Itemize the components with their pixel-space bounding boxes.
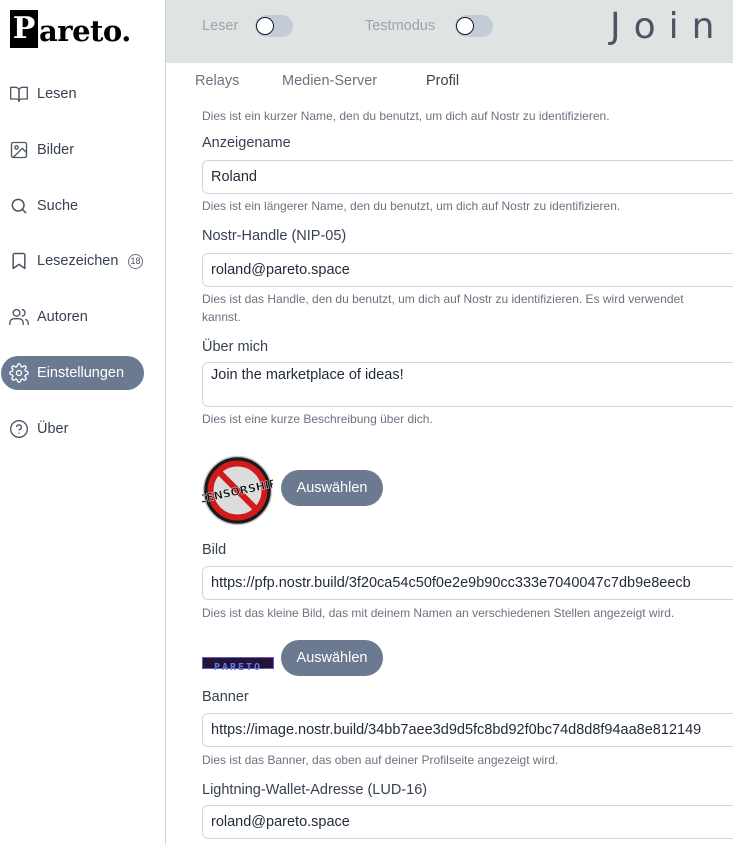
sidebar-item-suche[interactable]: Suche xyxy=(1,189,144,223)
about-help-text: Dies ist eine kurze Beschreibung über di… xyxy=(202,412,433,426)
sidebar-item-label: Bilder xyxy=(37,141,75,158)
lud16-input[interactable]: roland@pareto.space xyxy=(202,805,733,839)
select-picture-button[interactable]: Auswählen xyxy=(281,470,383,506)
sidebar-nav: Lesen Bilder Suche Lesezeichen 18 Autore… xyxy=(0,77,165,468)
app-window: P areto. Lesen Bilder Suche Lesezeichen … xyxy=(0,0,733,845)
sidebar-item-ueber[interactable]: Über xyxy=(1,412,144,446)
logo-text: areto. xyxy=(39,14,131,48)
sidebar-item-lesezeichen[interactable]: Lesezeichen 18 xyxy=(1,244,144,278)
sidebar-item-label: Suche xyxy=(37,197,79,214)
gear-icon xyxy=(9,363,29,383)
about-label: Über mich xyxy=(202,339,269,355)
tab-profil[interactable]: Profil xyxy=(426,73,459,89)
sidebar: P areto. Lesen Bilder Suche Lesezeichen … xyxy=(0,0,166,845)
display-name-input[interactable]: Roland xyxy=(202,160,733,194)
app-logo[interactable]: P areto. xyxy=(10,8,131,48)
help-circle-icon xyxy=(9,419,29,439)
sidebar-item-label: Autoren xyxy=(37,309,88,326)
picture-help-text: Dies ist das kleine Bild, das mit deinem… xyxy=(202,606,675,620)
toggle-knob xyxy=(256,17,274,35)
profile-picture-preview: CENSORSHIP xyxy=(202,455,278,526)
nip05-help-text-line1: Dies ist das Handle, den du benutzt, um … xyxy=(202,292,684,306)
nip05-help-text-line2: kannst. xyxy=(202,310,241,324)
nip05-label: Nostr-Handle (NIP-05) xyxy=(202,228,347,244)
profile-form: Dies ist ein kurzer Name, den du benutzt… xyxy=(202,99,733,845)
users-icon xyxy=(9,307,29,327)
banner-label: Banner xyxy=(202,689,249,705)
tab-medien-server[interactable]: Medien-Server xyxy=(282,73,377,89)
lud16-label: Lightning-Wallet-Adresse (LUD-16) xyxy=(202,782,428,798)
select-banner-button[interactable]: Auswählen xyxy=(281,640,383,676)
picture-url-input[interactable]: https://pfp.nostr.build/3f20ca54c50f0e2e… xyxy=(202,566,733,600)
join-link[interactable]: Join xyxy=(610,6,727,47)
testmode-toggle[interactable] xyxy=(455,15,493,37)
banner-url-input[interactable]: https://image.nostr.build/34bb7aee3d9d5f… xyxy=(202,713,733,747)
settings-tabs: Relays Medien-Server Profil xyxy=(166,63,733,99)
display-name-help-text: Dies ist ein längerer Name, den du benut… xyxy=(202,199,621,213)
banner-text: PARETO xyxy=(214,662,262,671)
sidebar-item-label: Lesezeichen xyxy=(37,253,119,270)
logo-initial: P xyxy=(10,10,38,48)
sidebar-item-label: Einstellungen xyxy=(37,364,125,381)
bookmark-icon xyxy=(9,251,29,271)
name-help-text: Dies ist ein kurzer Name, den du benutzt… xyxy=(202,109,610,123)
sidebar-item-label: Lesen xyxy=(37,86,77,102)
top-bar: Leser Testmodus Join xyxy=(166,0,733,63)
nip05-input[interactable]: roland@pareto.space xyxy=(202,253,733,287)
book-open-icon xyxy=(9,84,29,104)
sidebar-item-label: Über xyxy=(37,420,69,437)
display-name-label: Anzeigename xyxy=(202,135,291,151)
sidebar-item-autoren[interactable]: Autoren xyxy=(1,300,144,334)
bookmark-count-badge: 18 xyxy=(128,254,143,270)
picture-label: Bild xyxy=(202,542,227,558)
reader-toggle[interactable] xyxy=(255,15,293,37)
image-icon xyxy=(9,140,29,160)
banner-preview: PARETO xyxy=(202,657,274,673)
testmode-toggle-label: Testmodus xyxy=(365,18,436,34)
search-icon xyxy=(9,196,29,216)
sidebar-item-lesen[interactable]: Lesen xyxy=(1,77,144,111)
sidebar-item-einstellungen[interactable]: Einstellungen xyxy=(1,355,144,390)
about-textarea[interactable]: Join the marketplace of ideas! xyxy=(202,362,733,407)
tab-relays[interactable]: Relays xyxy=(195,73,239,89)
toggle-knob xyxy=(456,17,474,35)
sidebar-item-bilder[interactable]: Bilder xyxy=(1,133,144,167)
reader-toggle-label: Leser xyxy=(202,18,239,34)
banner-help-text: Dies ist das Banner, das oben auf deiner… xyxy=(202,753,559,767)
